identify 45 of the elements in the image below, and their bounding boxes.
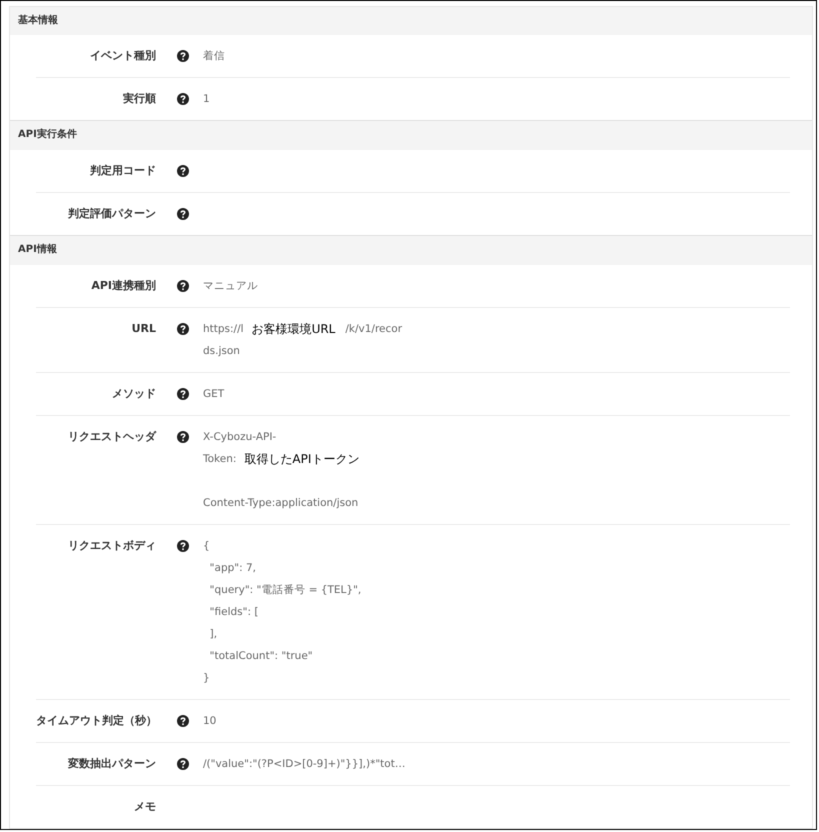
help-icon[interactable]	[177, 208, 189, 220]
field-value: 1	[203, 92, 210, 107]
field-value: GET	[203, 387, 224, 402]
field-value: X-Cybozu-API-	[203, 430, 276, 445]
field-value: https://l	[203, 322, 244, 337]
help-icon[interactable]	[177, 165, 189, 177]
field-label: URL	[130, 321, 156, 337]
help-icon[interactable]	[177, 50, 189, 62]
help-icon[interactable]	[177, 323, 189, 335]
field-label: メモ	[133, 799, 156, 815]
field-label: タイムアウト判定（秒）	[36, 713, 156, 729]
field-label: イベント種別	[89, 48, 156, 64]
field-value: 着信	[203, 49, 225, 64]
field-value: /k/v1/recor	[345, 322, 402, 337]
help-icon[interactable]	[177, 431, 189, 443]
help-icon[interactable]	[177, 758, 189, 770]
field-label: 判定評価パターン	[67, 206, 156, 222]
section-header: 基本情報	[10, 7, 812, 35]
section-header: API情報	[10, 235, 812, 265]
help-icon[interactable]	[177, 388, 189, 400]
field-label: API連携種別	[90, 278, 156, 294]
help-icon[interactable]	[177, 280, 189, 292]
field-value: }	[203, 671, 210, 686]
field-label: 判定用コード	[89, 163, 156, 179]
field-label: リクエストヘッダ	[67, 429, 156, 445]
field-value: Token:	[203, 452, 236, 467]
field-value: "totalCount": "true"	[208, 649, 313, 664]
field-label: 変数抽出パターン	[67, 756, 156, 772]
help-icon[interactable]	[177, 540, 189, 552]
field-value: "app": 7,	[208, 561, 256, 576]
field-value: "fields": [	[208, 605, 258, 620]
field-value: マニュアル	[203, 279, 258, 294]
field-label: 実行順	[122, 91, 156, 107]
help-icon[interactable]	[177, 93, 189, 105]
field-value: {	[203, 539, 210, 554]
field-label: メソッド	[111, 386, 156, 402]
section-header: API実行条件	[10, 120, 812, 150]
field-label: リクエストボディ	[67, 538, 156, 554]
help-icon[interactable]	[177, 715, 189, 727]
field-value: 10	[203, 714, 216, 729]
field-value: "query": "電話番号 = {TEL}",	[208, 583, 362, 598]
field-value: Content-Type:application/json	[203, 496, 358, 511]
field-value: ],	[208, 627, 218, 642]
field-value: ds.json	[203, 344, 240, 359]
field-value: /("value":"(?P<ID>[0-9]+)"}}],)*"tot…	[203, 757, 406, 772]
